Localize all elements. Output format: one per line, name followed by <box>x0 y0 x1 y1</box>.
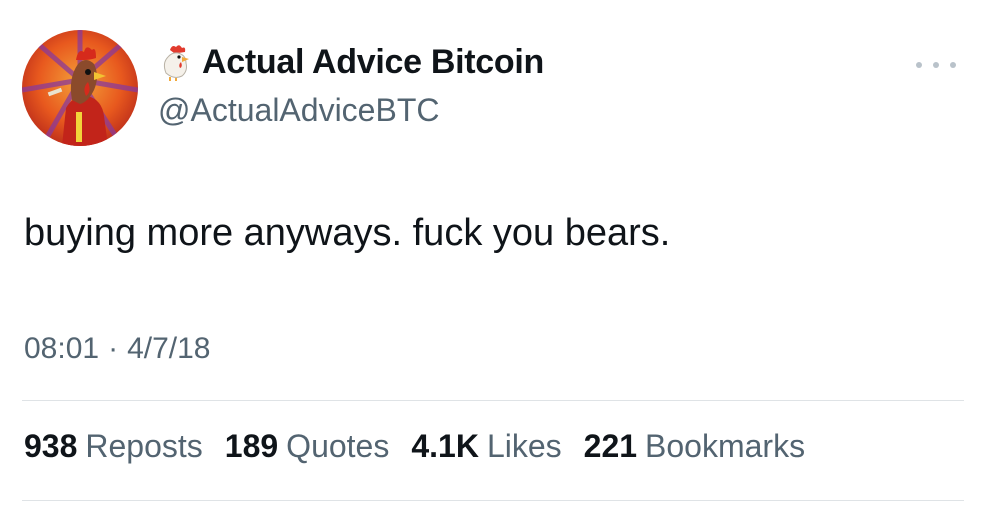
reposts-label: Reposts <box>85 428 203 464</box>
quotes-label: Quotes <box>286 428 390 464</box>
likes-stat[interactable]: 4.1K Likes <box>411 428 561 465</box>
reposts-stat[interactable]: 938 Reposts <box>24 428 203 465</box>
rooster-avatar-image <box>22 30 138 146</box>
rooster-emoji-icon <box>163 45 189 81</box>
avatar[interactable] <box>22 30 138 146</box>
likes-count: 4.1K <box>411 428 479 464</box>
tweet-date[interactable]: 4/7/18 <box>127 332 210 366</box>
reposts-count: 938 <box>24 428 78 464</box>
bookmarks-label: Bookmarks <box>645 428 806 464</box>
quotes-stat[interactable]: 189 Quotes <box>225 428 390 465</box>
author-display-name[interactable]: Actual Advice Bitcoin <box>202 43 544 82</box>
quotes-count: 189 <box>224 428 279 464</box>
more-dot <box>950 62 956 68</box>
tweet-time[interactable]: 08:01 <box>24 332 99 366</box>
tweet-timestamp[interactable]: 08:01 · 4/7/18 <box>24 332 211 366</box>
divider <box>22 400 964 401</box>
divider <box>22 500 964 501</box>
more-dot <box>933 62 939 68</box>
bookmarks-count: 221 <box>583 428 638 464</box>
timestamp-separator: · <box>108 332 119 365</box>
more-dot <box>916 62 922 68</box>
tweet-text: buying more anyways. fuck you bears. <box>24 212 671 254</box>
engagement-stats: 938 Reposts 189 Quotes 4.1K Likes 221 Bookma… <box>24 428 827 465</box>
bookmarks-stat[interactable]: 221 Bookmarks <box>584 428 805 465</box>
author-name-row[interactable]: Actual Advice Bitcoin <box>158 42 544 82</box>
author-handle[interactable]: @ActualAdviceBTC <box>158 92 439 129</box>
likes-label: Likes <box>486 428 562 464</box>
more-options-icon[interactable] <box>916 58 956 72</box>
